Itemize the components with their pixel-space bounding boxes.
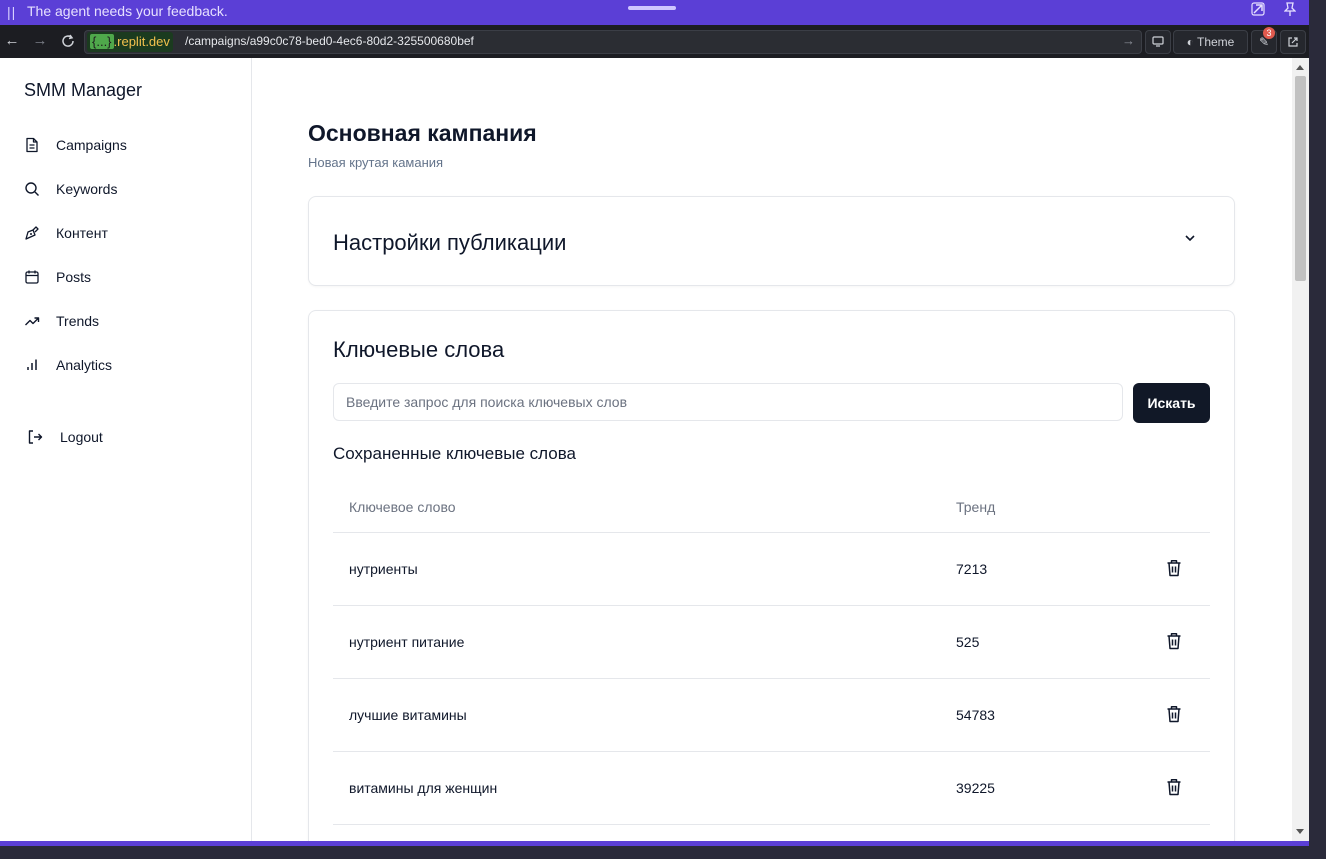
window-bottom-border xyxy=(0,841,1309,846)
domain-text: .replit.dev xyxy=(113,34,170,49)
sidebar-item-label: Campaigns xyxy=(56,137,127,153)
address-bar[interactable]: {...} .replit.dev /campaigns/a99c0c78-bed… xyxy=(84,30,1142,54)
page-title: Основная кампания xyxy=(308,120,537,146)
agent-feedback-bar: || The agent needs your feedback. xyxy=(0,0,1309,25)
chevron-down-icon[interactable] xyxy=(1182,230,1198,246)
scroll-down-icon[interactable] xyxy=(1296,829,1304,834)
notification-badge: 3 xyxy=(1263,27,1275,39)
trash-icon[interactable] xyxy=(1166,778,1182,796)
trend-cell: 7213 xyxy=(956,561,988,577)
pin-icon[interactable] xyxy=(1283,2,1297,19)
sidebar-item-label: Analytics xyxy=(56,357,113,373)
keywords-card-title: Ключевые слова xyxy=(333,337,505,362)
back-arrow-icon[interactable]: ← xyxy=(2,31,22,51)
monitor-icon xyxy=(1152,36,1164,47)
scroll-thumb[interactable] xyxy=(1295,76,1306,281)
sidebar: SMM Manager Campaigns Keywords Контент P… xyxy=(0,58,252,841)
app-viewport: SMM Manager Campaigns Keywords Контент P… xyxy=(0,58,1292,841)
sidebar-item-label: Posts xyxy=(56,269,92,285)
search-button[interactable]: Искать xyxy=(1133,383,1210,423)
publication-settings-card[interactable]: Настройки публикации xyxy=(308,196,1235,286)
keyword-cell: нутриенты xyxy=(349,561,418,577)
publication-settings-title: Настройки публикации xyxy=(333,230,567,255)
logout-icon xyxy=(28,430,43,444)
saved-keywords-table: Ключевое слово Тренд нутриенты 7213 нутр… xyxy=(333,487,1210,825)
keyword-cell: лучшие витамины xyxy=(349,707,467,723)
theme-label: Theme xyxy=(1197,35,1235,49)
theme-button[interactable]: ◐ Theme xyxy=(1173,30,1248,54)
keyword-cell: нутриент питание xyxy=(349,634,465,650)
table-row: нутриенты 7213 xyxy=(333,533,1210,606)
trend-cell: 54783 xyxy=(956,707,995,723)
trend-cell: 525 xyxy=(956,634,980,650)
search-icon xyxy=(25,182,39,196)
keyword-search-input[interactable] xyxy=(333,383,1123,421)
domain-brace: {...} xyxy=(90,34,114,49)
sidebar-item-label: Trends xyxy=(56,313,100,329)
table-header: Ключевое слово Тренд xyxy=(333,487,1210,533)
go-arrow-icon[interactable]: → xyxy=(1122,33,1135,48)
external-link-icon xyxy=(1288,37,1298,47)
table-row: нутриент питание 525 xyxy=(333,606,1210,679)
resize-handle[interactable] xyxy=(628,6,676,10)
page-subtitle: Новая крутая камания xyxy=(308,155,444,170)
keywords-card: Ключевые слова Искать Сохраненные ключев… xyxy=(308,310,1235,841)
forward-arrow-icon[interactable]: → xyxy=(30,31,50,51)
feedback-message: The agent needs your feedback. xyxy=(27,3,228,19)
sidebar-item-label: Контент xyxy=(56,225,108,241)
expand-icon[interactable] xyxy=(1251,2,1265,19)
browser-toolbar: ← → {...} .replit.dev /campaigns/a99c0c78… xyxy=(0,25,1309,58)
trending-up-icon xyxy=(25,317,40,326)
page-scrollbar[interactable] xyxy=(1292,58,1309,841)
column-header-trend: Тренд xyxy=(956,499,996,515)
trash-icon[interactable] xyxy=(1166,559,1182,577)
sidebar-item-label: Keywords xyxy=(56,181,118,197)
app-title: SMM Manager xyxy=(24,80,143,100)
table-row: лучшие витамины 54783 xyxy=(333,679,1210,752)
open-new-tab-button[interactable] xyxy=(1280,30,1306,54)
bar-chart-icon xyxy=(27,359,37,370)
scroll-up-icon[interactable] xyxy=(1296,65,1304,70)
logout-label: Logout xyxy=(60,429,103,445)
palette-icon: ◐ xyxy=(1186,35,1194,49)
domain-pill: {...} .replit.dev xyxy=(87,32,173,52)
drag-handle-icon[interactable]: || xyxy=(7,4,16,20)
calendar-icon xyxy=(25,270,39,284)
url-path: /campaigns/a99c0c78-bed0-4ec6-80d2-32550… xyxy=(185,34,474,48)
trend-cell: 39225 xyxy=(956,780,995,796)
file-text-icon xyxy=(26,137,38,153)
column-header-keyword: Ключевое слово xyxy=(349,499,456,515)
table-row: витамины для женщин 39225 xyxy=(333,752,1210,825)
reload-icon[interactable] xyxy=(58,31,78,51)
trash-icon[interactable] xyxy=(1166,632,1182,650)
keyword-cell: витамины для женщин xyxy=(349,780,498,796)
saved-keywords-title: Сохраненные ключевые слова xyxy=(333,444,576,463)
devtools-button[interactable] xyxy=(1145,30,1171,54)
pen-tool-icon xyxy=(25,226,39,240)
trash-icon[interactable] xyxy=(1166,705,1182,723)
main-content: Основная кампания Новая крутая камания Н… xyxy=(252,58,1292,841)
